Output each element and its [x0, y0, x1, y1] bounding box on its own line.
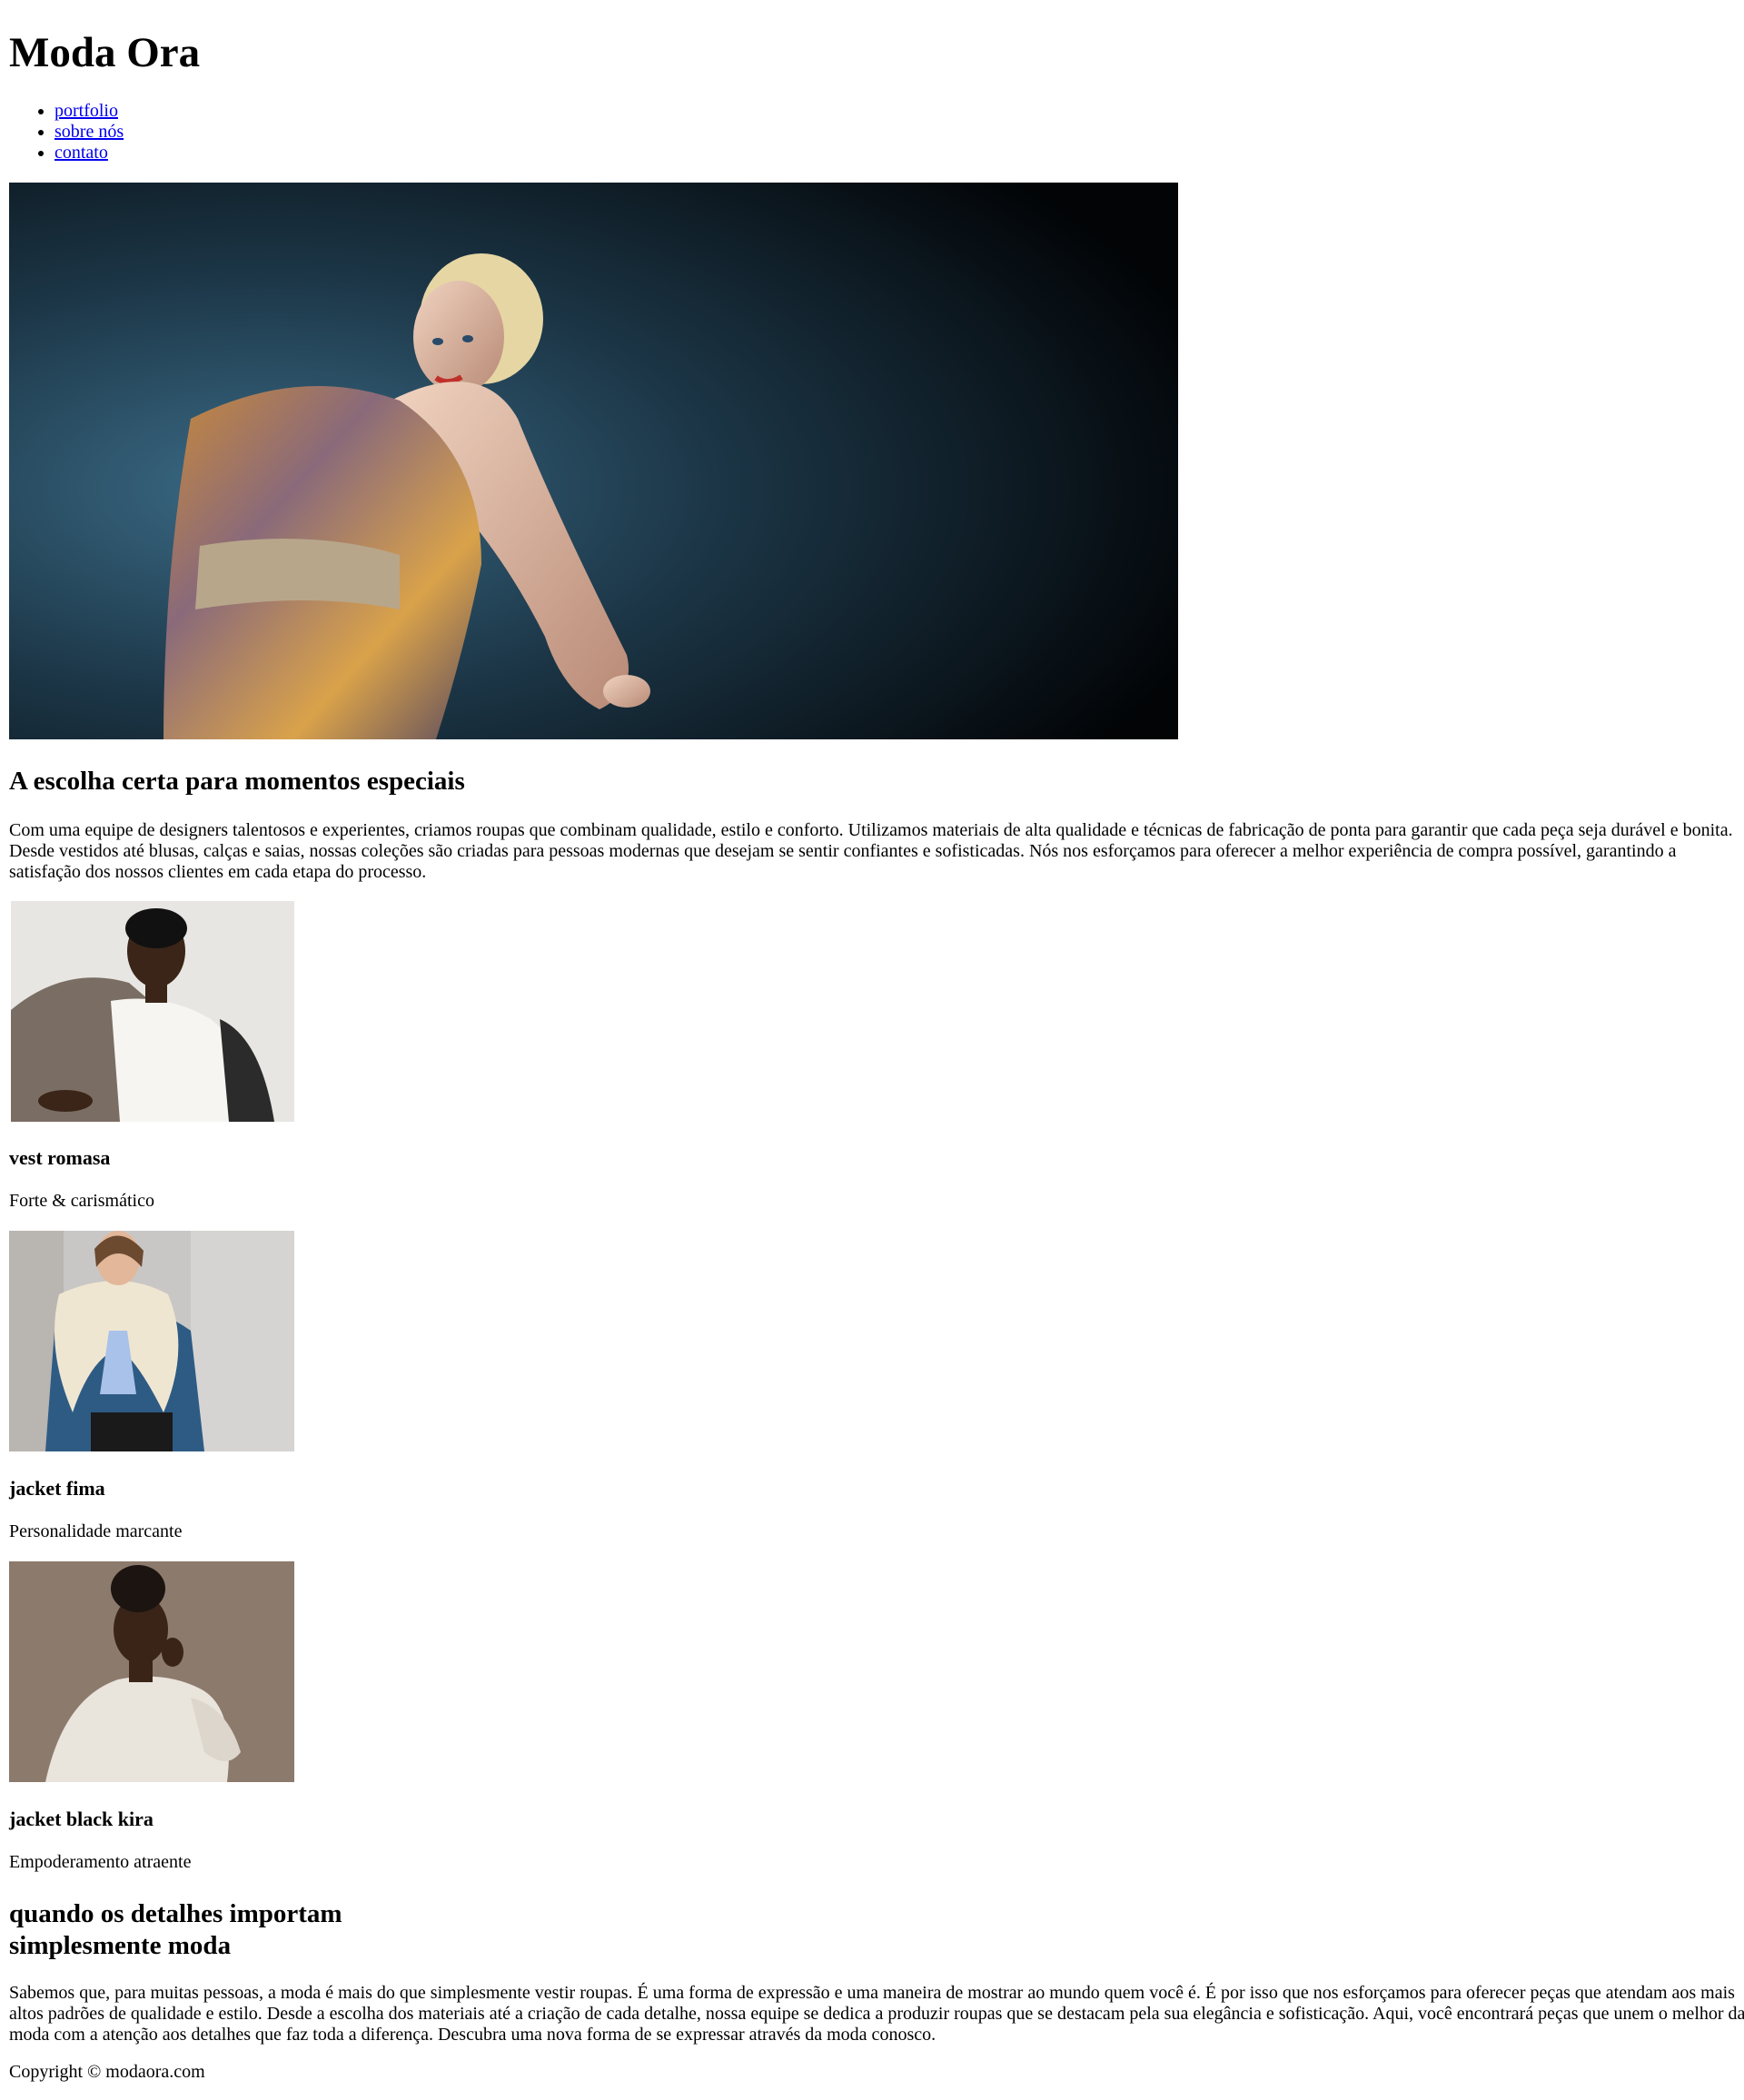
- details-heading: quando os detalhes importam simplesmente…: [9, 1898, 342, 1962]
- product-name: jacket fima: [9, 1477, 105, 1500]
- main-nav: portfolio sobre nós contato: [9, 101, 124, 163]
- product-image: [9, 1561, 294, 1782]
- hero-photo: [9, 183, 1178, 739]
- site-title: Moda Ora: [9, 29, 201, 76]
- nav-item-sobre-nos: sobre nós: [54, 122, 124, 143]
- nav-item-contato: contato: [54, 143, 124, 163]
- product-image: [9, 1231, 294, 1451]
- product-desc: Forte & carismático: [9, 1191, 154, 1211]
- details-text: Sabemos que, para muitas pessoas, a moda…: [9, 1983, 1744, 2045]
- product-name: jacket black kira: [9, 1808, 154, 1830]
- nav-item-portfolio: portfolio: [54, 101, 124, 122]
- footer-copyright: Copyright © modaora.com: [9, 2062, 205, 2082]
- product-desc: Personalidade marcante: [9, 1521, 183, 1541]
- details-heading-line1: quando os detalhes importam: [9, 1899, 342, 1928]
- product-name: vest romasa: [9, 1146, 111, 1169]
- intro-text: Com uma equipe de designers talentosos e…: [9, 820, 1733, 882]
- product-photo-jacket-fima: [9, 1231, 294, 1451]
- nav-link-portfolio[interactable]: portfolio: [54, 101, 118, 121]
- product-desc: Empoderamento atraente: [9, 1852, 192, 1872]
- product-image: [11, 901, 294, 1122]
- nav-link-sobre-nos[interactable]: sobre nós: [54, 122, 124, 142]
- product-photo-jacket-black-kira: [9, 1561, 294, 1782]
- product-photo-vest-romasa: [11, 901, 294, 1122]
- intro-heading: A escolha certa para momentos especiais: [9, 767, 465, 796]
- details-heading-line2: simplesmente moda: [9, 1931, 232, 1960]
- nav-link-contato[interactable]: contato: [54, 143, 108, 163]
- hero-image: [9, 183, 1178, 739]
